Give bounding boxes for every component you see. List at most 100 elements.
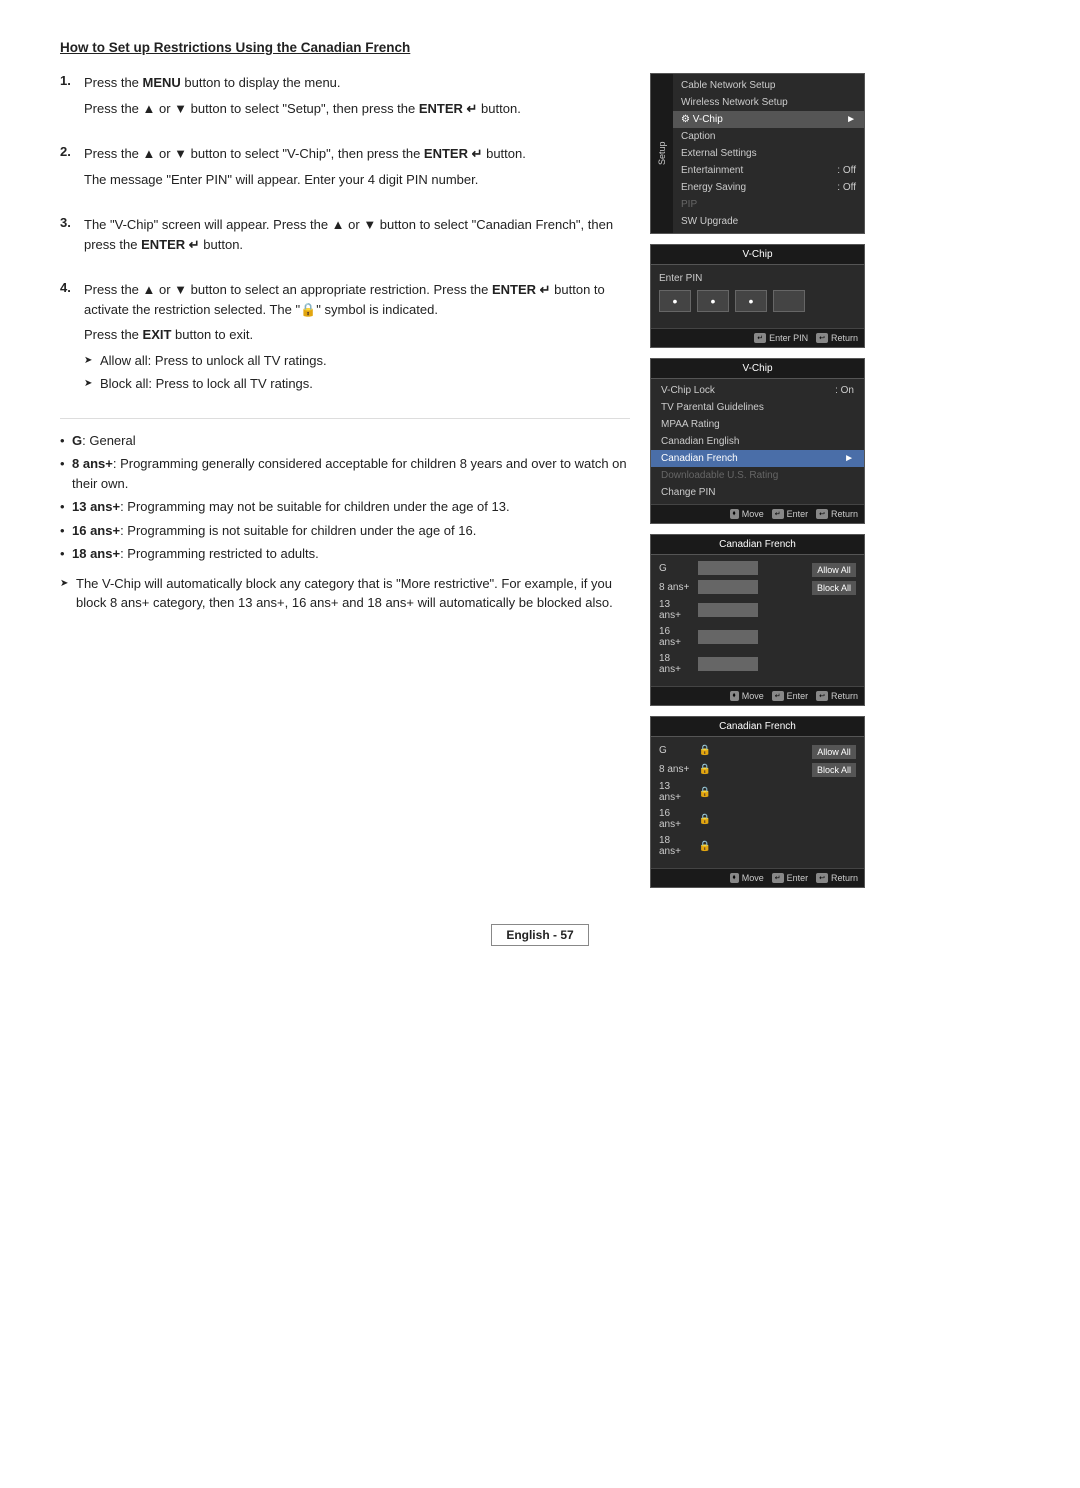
page-footer: English - 57 [60, 928, 1020, 942]
step-4-number: 4. [60, 280, 74, 398]
canadian-french-item[interactable]: Canadian French ► [651, 450, 864, 467]
page-title: How to Set up Restrictions Using the Can… [60, 40, 1020, 55]
cf-locked-header: Canadian French [651, 717, 864, 737]
cf-row-8: 8 ans+ [659, 580, 806, 594]
step-3-line-1: The "V-Chip" screen will appear. Press t… [84, 215, 630, 254]
cf-lock-g: 🔒 [698, 743, 712, 757]
pin-box-1[interactable]: • [659, 290, 691, 312]
footer-return-3: ↩ Return [816, 691, 858, 701]
step-4-line-2: Press the EXIT button to exit. [84, 325, 630, 345]
vchip-menu-header: V-Chip [651, 359, 864, 379]
divider [60, 418, 630, 419]
setup-sidebar: Setup [651, 74, 673, 233]
step-1-line-1: Press the MENU button to display the men… [84, 73, 630, 93]
cf-bar-g [698, 561, 758, 575]
cf-empty-body: G 8 ans+ 13 ans+ 16 ans+ [651, 555, 864, 686]
downloadable-us-item: Downloadable U.S. Rating [651, 467, 864, 484]
vchip-menu-footer: ⬧ Move ↵ Enter ↩ Return [651, 504, 864, 523]
tv-parental-item: TV Parental Guidelines [651, 399, 864, 416]
page-number: English - 57 [491, 924, 588, 946]
block-all-button-2[interactable]: Block All [812, 763, 856, 777]
menu-entertainment: Entertainment : Off [673, 162, 864, 179]
cf-row-16: 16 ans+ [659, 626, 806, 648]
allow-all-button[interactable]: Allow All [812, 563, 856, 577]
pin-boxes: • • • [659, 290, 856, 312]
step-3-number: 3. [60, 215, 74, 260]
left-column: 1. Press the MENU button to display the … [60, 73, 630, 888]
allow-all-button-2[interactable]: Allow All [812, 745, 856, 759]
mpaa-item: MPAA Rating [651, 416, 864, 433]
setup-panel: Setup Cable Network Setup Wireless Netwo… [650, 73, 865, 234]
cf-panel-locked: Canadian French G 🔒 8 ans+ 🔒 13 ans+ [650, 716, 865, 888]
right-column: Setup Cable Network Setup Wireless Netwo… [650, 73, 870, 888]
enter-icon: ↵ [754, 333, 766, 343]
bullet-g: G: General [60, 431, 630, 451]
menu-pip: PIP [673, 196, 864, 213]
return-icon-4: ↩ [816, 873, 828, 883]
vchip-lock-item: V-Chip Lock : On [651, 382, 864, 399]
cf-locked-row-16: 16 ans+ 🔒 [659, 808, 806, 830]
menu-caption: Caption [673, 128, 864, 145]
enter-icon-2: ↵ [772, 509, 784, 519]
footer-return-label-2: Return [831, 509, 858, 519]
bullet-13: 13 ans+: Programming may not be suitable… [60, 497, 630, 517]
footer-enter: ↵ Enter PIN [754, 333, 808, 343]
footer-return-label-4: Return [831, 873, 858, 883]
bullet-8: 8 ans+: Programming generally considered… [60, 454, 630, 493]
cf-locked-row-8: 8 ans+ 🔒 [659, 762, 806, 776]
cf-ratings-empty: G 8 ans+ 13 ans+ 16 ans+ [659, 561, 806, 680]
cf-buttons-locked: Allow All Block All [812, 743, 856, 862]
step-4-line-1: Press the ▲ or ▼ button to select an app… [84, 280, 630, 319]
footer-enter-2: ↵ Enter [772, 509, 808, 519]
setup-menu-items: Cable Network Setup Wireless Network Set… [673, 74, 864, 233]
vchip-pin-body: Enter PIN • • • [651, 265, 864, 328]
return-icon: ↩ [816, 333, 828, 343]
menu-wireless: Wireless Network Setup [673, 94, 864, 111]
cf-empty-footer: ⬧ Move ↵ Enter ↩ Return [651, 686, 864, 705]
pin-box-4[interactable] [773, 290, 805, 312]
footer-enter-label: Enter PIN [769, 333, 808, 343]
bullet-list: G: General 8 ans+: Programming generally… [60, 431, 630, 564]
enter-icon-3: ↵ [772, 691, 784, 701]
footer-return-label: Return [831, 333, 858, 343]
footer-move-4: ⬧ Move [730, 873, 764, 883]
cf-bar-8 [698, 580, 758, 594]
cf-buttons-empty: Allow All Block All [812, 561, 856, 680]
vchip-pin-footer: ↵ Enter PIN ↩ Return [651, 328, 864, 347]
cf-panel-empty: Canadian French G 8 ans+ 13 ans+ [650, 534, 865, 706]
footer-enter-label-2: Enter [787, 509, 809, 519]
footer-move-label-4: Move [742, 873, 764, 883]
vchip-menu-body: V-Chip Lock : On TV Parental Guidelines … [651, 379, 864, 504]
cf-row-18: 18 ans+ [659, 653, 806, 675]
step-1: 1. Press the MENU button to display the … [60, 73, 630, 124]
page-wrapper: How to Set up Restrictions Using the Can… [60, 40, 1020, 942]
footer-return-label-3: Return [831, 691, 858, 701]
menu-cable: Cable Network Setup [673, 77, 864, 94]
step-1-content: Press the MENU button to display the men… [84, 73, 630, 124]
allow-all-note: Allow all: Press to unlock all TV rating… [84, 351, 630, 371]
cf-lock-18: 🔒 [698, 839, 712, 853]
cf-lock-13: 🔒 [698, 785, 712, 799]
bullet-16: 16 ans+: Programming is not suitable for… [60, 521, 630, 541]
step-1-line-2: Press the ▲ or ▼ button to select "Setup… [84, 99, 630, 119]
cf-empty-header: Canadian French [651, 535, 864, 555]
pin-box-3[interactable]: • [735, 290, 767, 312]
step-2-line-1: Press the ▲ or ▼ button to select "V-Chi… [84, 144, 630, 164]
footer-enter-3: ↵ Enter [772, 691, 808, 701]
return-icon-3: ↩ [816, 691, 828, 701]
vchip-note: The V-Chip will automatically block any … [60, 574, 630, 613]
cf-locked-row-13: 13 ans+ 🔒 [659, 781, 806, 803]
return-icon-2: ↩ [816, 509, 828, 519]
footer-move-label-3: Move [742, 691, 764, 701]
block-all-button[interactable]: Block All [812, 581, 856, 595]
step-1-number: 1. [60, 73, 74, 124]
cf-bar-13 [698, 603, 758, 617]
footer-move: ⬧ Move [730, 509, 764, 519]
setup-panel-body: Setup Cable Network Setup Wireless Netwo… [651, 74, 864, 233]
cf-bar-18 [698, 657, 758, 671]
cf-locked-row-g: G 🔒 [659, 743, 806, 757]
pin-box-2[interactable]: • [697, 290, 729, 312]
footer-enter-label-4: Enter [787, 873, 809, 883]
menu-vchip[interactable]: ⚙ V-Chip ► [673, 111, 864, 128]
footer-return-4: ↩ Return [816, 873, 858, 883]
